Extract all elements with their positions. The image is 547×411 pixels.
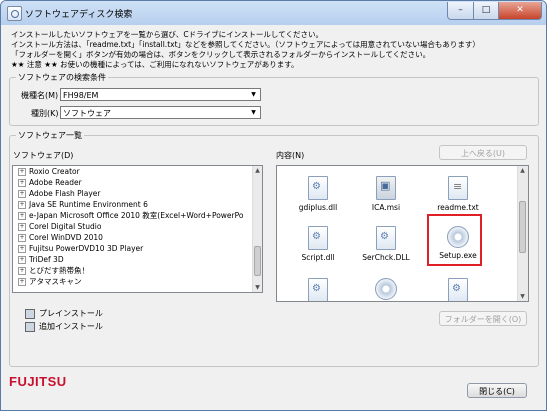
chevron-down-icon[interactable]: ▼ <box>248 108 259 117</box>
disk-icon <box>25 322 35 332</box>
software-tree-label: ソフトウェア(D) <box>13 151 74 160</box>
expand-icon[interactable]: + <box>18 201 26 209</box>
tree-item[interactable]: + Roxio Creator <box>13 167 253 177</box>
chevron-down-icon[interactable]: ▼ <box>248 90 259 99</box>
scroll-down-icon[interactable]: ▼ <box>253 283 262 292</box>
expand-icon[interactable]: + <box>18 278 26 286</box>
expand-icon[interactable]: + <box>18 212 26 220</box>
file-item[interactable]: ICA.msi <box>355 176 417 212</box>
gear-file-icon <box>376 226 396 250</box>
contents-label: 内容(N) <box>276 151 305 160</box>
msi-package-icon <box>376 176 396 200</box>
cd-setup-icon <box>375 278 397 300</box>
software-tree[interactable]: + Roxio Creator + Adobe Reader + Adobe Flas… <box>12 165 263 293</box>
go-up-button[interactable]: 上へ戻る(U) <box>439 145 527 160</box>
expand-icon[interactable]: + <box>18 190 26 198</box>
gear-file-icon <box>308 176 328 200</box>
file-item[interactable] <box>287 278 349 301</box>
file-item[interactable]: gdiplus.dll <box>287 176 349 212</box>
software-list-legend: ソフトウェア一覧 <box>18 131 82 140</box>
file-item[interactable]: readme.txt <box>427 176 489 212</box>
type-select-value: ソフトウェア <box>63 109 111 118</box>
model-select-value: FH98/EM <box>63 91 99 100</box>
search-conditions-legend: ソフトウェアの検索条件 <box>18 73 106 82</box>
scroll-down-icon[interactable]: ▼ <box>518 292 527 301</box>
file-list[interactable]: gdiplus.dll ICA.msi readme.txt Script.dl… <box>276 165 529 302</box>
additional-install-option[interactable]: 追加インストール <box>25 321 145 332</box>
tree-item[interactable]: + TriDef 3D <box>13 255 253 265</box>
text-file-icon <box>448 176 468 200</box>
file-item[interactable] <box>427 278 489 301</box>
tree-item[interactable]: + アタマスキャン <box>13 277 253 287</box>
instructions: インストールしたいソフトウェアを一覧から選び、Cドライブにインストールしてくださ… <box>11 30 480 70</box>
disk-icon <box>25 309 35 319</box>
open-folder-button[interactable]: フォルダーを開く(O) <box>439 311 527 326</box>
minimize-button[interactable]: – <box>447 2 474 20</box>
type-select[interactable]: ソフトウェア ▼ <box>60 106 261 119</box>
expand-icon[interactable]: + <box>18 179 26 187</box>
model-label: 機種名(M) <box>21 91 59 100</box>
app-icon <box>7 6 22 21</box>
close-button[interactable]: 閉じる(C) <box>467 383 527 398</box>
fujitsu-logo: FUJITSU <box>9 374 67 389</box>
instruction-line: 「フォルダーを開く」ボタンが有効の場合は、ボタンをクリックして表示されるフォルダ… <box>11 50 431 59</box>
expand-icon[interactable]: + <box>18 245 26 253</box>
gear-file-icon <box>308 278 328 301</box>
tree-item[interactable]: + e-Japan Microsoft Office 2010 教室(Excel+… <box>13 211 253 221</box>
expand-icon[interactable]: + <box>18 168 26 176</box>
expand-icon[interactable]: + <box>18 223 26 231</box>
title-bar: ソフトウェアディスク検索 – □ ✕ <box>1 1 546 25</box>
type-label: 種別(K) <box>31 109 59 118</box>
close-window-button[interactable]: ✕ <box>499 2 542 20</box>
window-title: ソフトウェアディスク検索 <box>25 10 133 20</box>
tree-scroll-thumb[interactable] <box>254 246 261 276</box>
tree-item[interactable]: + Corel Digital Studio <box>13 222 253 232</box>
maximize-button[interactable]: □ <box>474 2 499 20</box>
instruction-line: インストール方法は、「readme.txt」「install.txt」などを参照… <box>11 40 480 49</box>
scroll-up-icon[interactable]: ▲ <box>253 166 262 175</box>
expand-icon[interactable]: + <box>18 234 26 242</box>
expand-icon[interactable]: + <box>18 267 26 275</box>
file-item[interactable]: Script.dll <box>287 226 349 262</box>
window-controls: – □ ✕ <box>447 2 542 20</box>
selection-highlight <box>427 214 482 266</box>
tree-scrollbar[interactable]: ▲ ▼ <box>252 166 262 292</box>
tree-item[interactable]: + Adobe Reader <box>13 178 253 188</box>
expand-icon[interactable]: + <box>18 256 26 264</box>
preinstall-option[interactable]: プレインストール <box>25 308 145 319</box>
file-item[interactable] <box>355 278 417 300</box>
gear-file-icon <box>448 278 468 301</box>
instruction-line: インストールしたいソフトウェアを一覧から選び、Cドライブにインストールしてくださ… <box>11 30 323 39</box>
scroll-up-icon[interactable]: ▲ <box>518 166 527 175</box>
instruction-line: ★★ 注意 ★★ お使いの機種によっては、ご利用になれないソフトウェアがあります… <box>11 60 299 69</box>
file-list-scrollbar[interactable]: ▲ ▼ <box>517 166 528 301</box>
file-scroll-track[interactable]: ▲ ▼ <box>518 166 528 301</box>
software-disk-search-window: ソフトウェアディスク検索 – □ ✕ インストールしたいソフトウェアを一覧から選… <box>0 0 547 411</box>
tree-item[interactable]: + とびだす熱帯魚！ <box>13 266 253 276</box>
model-select[interactable]: FH98/EM ▼ <box>60 88 261 101</box>
file-item[interactable]: SerChck.DLL <box>355 226 417 262</box>
gear-file-icon <box>308 226 328 250</box>
file-scroll-thumb[interactable] <box>519 201 526 253</box>
tree-item[interactable]: + Java SE Runtime Environment 6 <box>13 200 253 210</box>
tree-item[interactable]: + Corel WinDVD 2010 <box>13 233 253 243</box>
tree-item[interactable]: + Adobe Flash Player <box>13 189 253 199</box>
tree-item[interactable]: + Fujitsu PowerDVD10 3D Player <box>13 244 253 254</box>
